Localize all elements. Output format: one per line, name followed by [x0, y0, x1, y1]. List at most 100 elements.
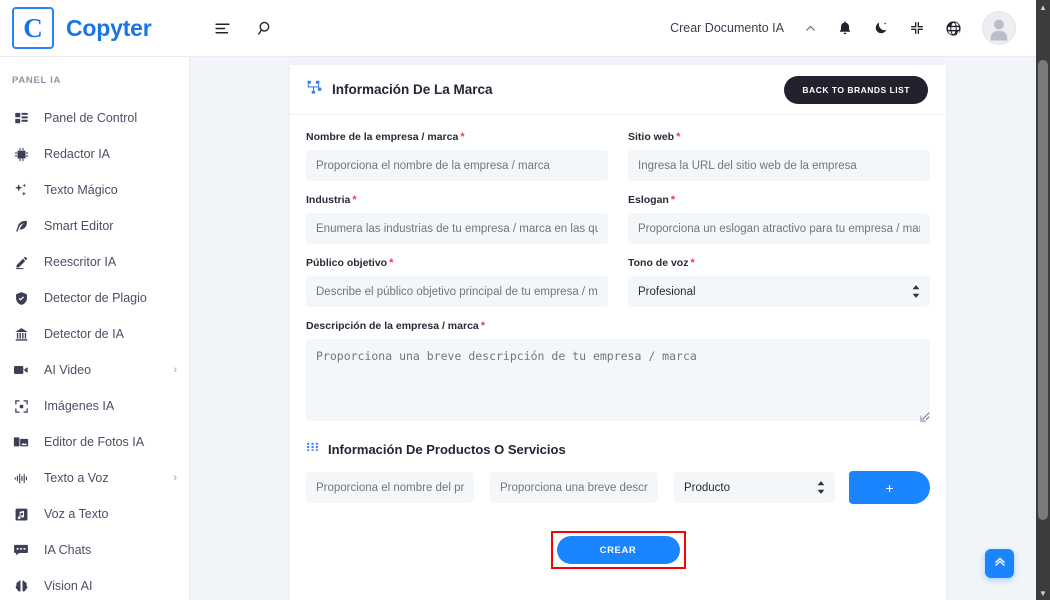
ai-detector-icon: [12, 327, 30, 342]
field-target-audience: Público objetivo *: [306, 257, 608, 307]
field-company-name: Nombre de la empresa / marca *: [306, 131, 608, 181]
scrollbar-thumb[interactable]: [1038, 60, 1048, 520]
field-website: Sitio web *: [628, 131, 930, 181]
sidebar-item-texto-magico[interactable]: Texto Mágico: [0, 172, 189, 208]
ai-chip-icon: [12, 147, 30, 162]
form-row-3: Público objetivo* Tono de voz* Profesion…: [306, 257, 930, 320]
sidebar-item-label: Texto a Voz: [44, 471, 109, 485]
tone-of-voice-select[interactable]: Profesional: [628, 276, 930, 307]
website-input[interactable]: [628, 150, 930, 181]
bell-icon[interactable]: [837, 20, 853, 36]
topbar-right-group: Crear Documento IA: [670, 11, 1036, 45]
product-entry-row: Producto +: [306, 471, 930, 504]
sidebar-item-editor-de-fotos-ia[interactable]: Editor de Fotos IA: [0, 424, 189, 460]
field-label: Eslogan *: [628, 194, 676, 206]
description-textarea[interactable]: [306, 339, 930, 421]
field-tone-of-voice: Tono de voz * Profesional: [628, 257, 930, 307]
brand-name: Copyter: [66, 14, 152, 41]
collapse-fullscreen-icon[interactable]: [909, 20, 925, 36]
field-slogan: Eslogan *: [628, 194, 930, 244]
sidebar-item-label: Panel de Control: [44, 111, 138, 125]
sidebar-item-panel-de-control[interactable]: Panel de Control: [0, 100, 189, 136]
brand-logo[interactable]: C Copyter: [0, 7, 190, 49]
product-name-input[interactable]: [306, 472, 474, 503]
add-product-button[interactable]: +: [849, 471, 930, 504]
slogan-input[interactable]: [628, 213, 930, 244]
resize-grip-icon[interactable]: ◢: [920, 413, 927, 424]
topbar-left-icon-group: [214, 20, 274, 37]
sidebar-item-ia-chats[interactable]: IA Chats: [0, 532, 189, 568]
field-description: Descripción de la empresa / marca* ◢: [306, 320, 930, 426]
field-industry: Industria *: [306, 194, 608, 244]
crear-button[interactable]: CREAR: [556, 536, 680, 564]
sidebar-item-texto-a-voz[interactable]: Texto a Voz ›: [0, 460, 189, 496]
card-header: Información De La Marca BACK TO BRANDS L…: [290, 65, 946, 115]
product-type-select[interactable]: Producto: [674, 472, 836, 503]
chevron-right-icon: ›: [173, 364, 177, 376]
avatar[interactable]: [982, 11, 1016, 45]
video-camera-icon: [12, 362, 30, 378]
chat-bubble-icon: [12, 542, 30, 558]
dashboard-grid-icon: [12, 111, 30, 126]
scrollbar-up-arrow[interactable]: ▲: [1036, 0, 1050, 14]
sidebar-item-label: Texto Mágico: [44, 183, 118, 197]
pencil-icon: [12, 255, 30, 270]
brand-node-icon: [306, 79, 323, 101]
sidebar-item-label: Detector de IA: [44, 327, 124, 341]
sidebar-item-imagenes-ia[interactable]: Imágenes IA: [0, 388, 189, 424]
target-audience-input[interactable]: [306, 276, 608, 307]
sidebar-item-vision-ai[interactable]: Vision AI: [0, 568, 189, 600]
shield-check-icon: [12, 291, 30, 306]
company-name-input[interactable]: [306, 150, 608, 181]
crear-button-highlight-box: CREAR: [550, 531, 686, 569]
sparkles-icon: [12, 182, 30, 198]
required-marker: *: [389, 257, 394, 269]
field-label: Tono de voz *: [628, 257, 695, 269]
field-label: Sitio web *: [628, 131, 681, 143]
sidebar-item-label: Vision AI: [44, 579, 93, 593]
brain-vision-icon: [12, 579, 30, 594]
sidebar-item-redactor-ia[interactable]: Redactor IA: [0, 136, 189, 172]
create-document-link[interactable]: Crear Documento IA: [670, 21, 784, 35]
music-note-box-icon: [12, 507, 30, 522]
chevron-up-icon[interactable]: [804, 22, 817, 35]
sidebar-item-smart-editor[interactable]: Smart Editor: [0, 208, 189, 244]
sidebar-navigation: PANEL IA Panel de Control Redactor IA Te…: [0, 57, 190, 600]
submit-area: CREAR: [306, 531, 930, 585]
required-marker: *: [480, 320, 486, 332]
form-row-1: Nombre de la empresa / marca* Sitio web*: [306, 131, 930, 194]
top-navigation-bar: C Copyter Crear Documento IA: [0, 0, 1036, 57]
page-scrollbar[interactable]: ▲ ▼: [1036, 0, 1050, 600]
brand-information-card: Información De La Marca BACK TO BRANDS L…: [290, 65, 946, 600]
required-marker: *: [460, 131, 465, 143]
audio-waveform-icon: [12, 471, 30, 486]
sidebar-item-label: Imágenes IA: [44, 399, 115, 413]
search-icon[interactable]: [257, 20, 274, 37]
sidebar-item-label: Redactor IA: [44, 147, 111, 161]
product-description-input[interactable]: [490, 472, 658, 503]
logo-letter: C: [23, 12, 43, 43]
menu-lines-icon[interactable]: [214, 20, 231, 37]
industry-input[interactable]: [306, 213, 608, 244]
chevron-double-up-icon: [993, 554, 1007, 573]
sidebar-item-reescritor-ia[interactable]: Reescritor IA: [0, 244, 189, 280]
sidebar-item-detector-de-plagio[interactable]: Detector de Plagio: [0, 280, 189, 316]
products-section-title: Información De Productos O Servicios: [328, 441, 566, 457]
back-to-brands-list-button[interactable]: BACK TO BRANDS LIST: [784, 75, 928, 104]
globe-language-icon[interactable]: [945, 20, 962, 37]
scrollbar-down-arrow[interactable]: ▼: [1036, 586, 1050, 600]
sidebar-item-label: IA Chats: [44, 543, 92, 557]
sidebar-item-voz-a-texto[interactable]: Voz a Texto: [0, 496, 189, 532]
product-type-selected-value: Producto: [684, 481, 731, 494]
sidebar-item-detector-de-ia[interactable]: Detector de IA: [0, 316, 189, 352]
card-body: Nombre de la empresa / marca* Sitio web*…: [290, 115, 946, 595]
field-label: Público objetivo *: [306, 257, 394, 269]
field-label: Industria *: [306, 194, 357, 206]
form-row-2: Industria* Eslogan*: [306, 194, 930, 257]
scroll-to-top-button[interactable]: [985, 549, 1014, 578]
moon-dark-mode-icon[interactable]: [873, 20, 889, 36]
sidebar-item-label: Editor de Fotos IA: [44, 435, 145, 449]
field-label: Descripción de la empresa / marca *: [306, 320, 486, 332]
required-marker: *: [690, 257, 695, 269]
sidebar-item-ai-video[interactable]: AI Video ›: [0, 352, 189, 388]
